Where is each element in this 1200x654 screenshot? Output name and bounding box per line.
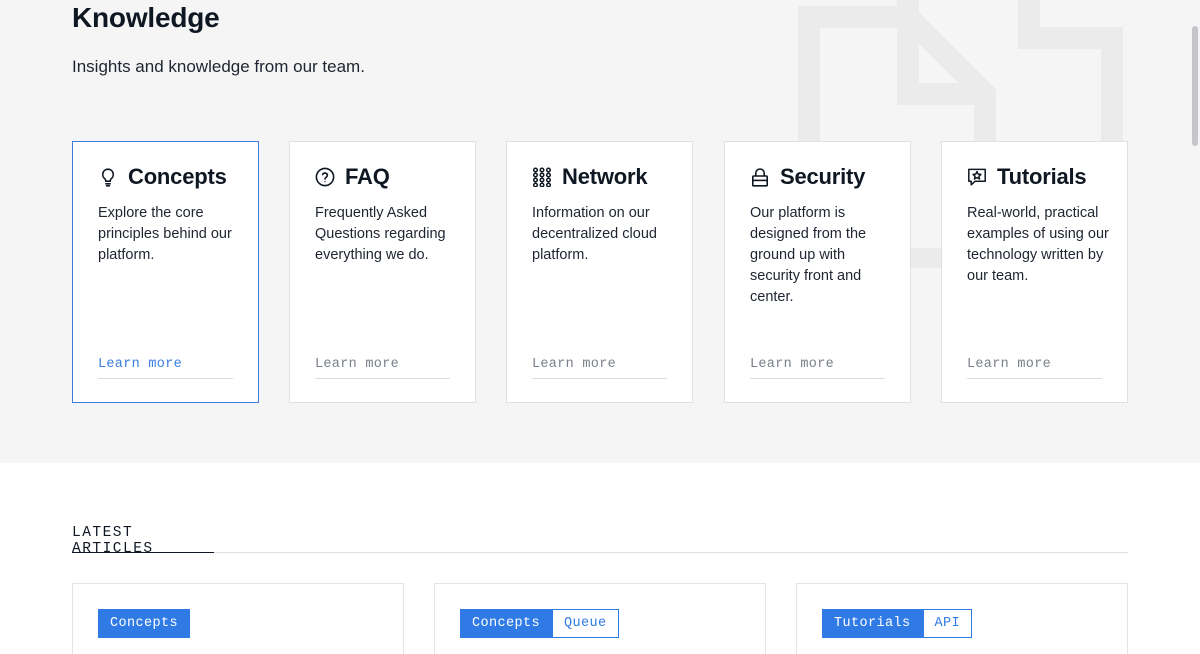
card-title: FAQ <box>345 164 390 189</box>
category-card-tutorials[interactable]: Tutorials Real-world, practical examples… <box>941 141 1128 403</box>
card-header: FAQ <box>315 164 390 190</box>
learn-more-link[interactable]: Learn more <box>967 357 1102 379</box>
card-title: Tutorials <box>997 164 1087 189</box>
card-description: Explore the core principles behind our p… <box>98 205 232 263</box>
card-title: Security <box>780 164 866 189</box>
card-header: Network <box>532 164 648 190</box>
article-card[interactable]: Concepts <box>72 583 404 654</box>
latest-articles-header: LATEST ARTICLES <box>72 525 1128 557</box>
learn-more-link[interactable]: Learn more <box>98 357 233 379</box>
latest-articles-tab[interactable]: LATEST ARTICLES <box>72 525 214 557</box>
card-title: Network <box>562 164 648 189</box>
card-title: Concepts <box>128 164 227 189</box>
article-tags: Concepts Queue <box>460 609 619 638</box>
tag-badge[interactable]: API <box>922 609 973 638</box>
category-card-network[interactable]: Network Information on our decentralized… <box>506 141 693 403</box>
article-tags: Tutorials API <box>822 609 973 638</box>
tag-badge[interactable]: Concepts <box>98 609 191 638</box>
card-description: Our platform is designed from the ground… <box>750 205 867 305</box>
card-description: Information on our decentralized cloud p… <box>532 205 657 263</box>
card-description: Frequently Asked Questions regarding eve… <box>315 205 446 263</box>
learn-more-link[interactable]: Learn more <box>750 357 885 379</box>
category-card-concepts[interactable]: Concepts Explore the core principles beh… <box>72 141 259 403</box>
scrollbar-thumb[interactable] <box>1192 26 1198 146</box>
learn-more-link[interactable]: Learn more <box>315 357 450 379</box>
learn-more-link[interactable]: Learn more <box>532 357 667 379</box>
article-tags: Concepts <box>98 609 191 638</box>
chat-star-icon <box>967 167 987 187</box>
page-subtitle: Insights and knowledge from our team. <box>72 57 365 76</box>
tag-badge[interactable]: Queue <box>552 609 619 638</box>
question-circle-icon <box>315 167 335 187</box>
card-description: Real-world, practical examples of using … <box>967 205 1109 284</box>
article-card[interactable]: Concepts Queue <box>434 583 766 654</box>
tag-badge[interactable]: Tutorials <box>822 609 923 638</box>
category-card-faq[interactable]: FAQ Frequently Asked Questions regarding… <box>289 141 476 403</box>
lock-icon <box>750 167 770 187</box>
tag-badge[interactable]: Concepts <box>460 609 553 638</box>
lightbulb-icon <box>98 167 118 187</box>
card-header: Security <box>750 164 865 190</box>
card-header: Concepts <box>98 164 227 190</box>
category-card-security[interactable]: Security Our platform is designed from t… <box>724 141 911 403</box>
grid-dots-icon <box>532 167 552 187</box>
article-card[interactable]: Tutorials API <box>796 583 1128 654</box>
page-scrollbar[interactable] <box>1188 0 1200 654</box>
page-title: Knowledge <box>72 2 220 33</box>
card-header: Tutorials <box>967 164 1087 190</box>
hero-section: Knowledge Insights and knowledge from ou… <box>0 0 1200 463</box>
